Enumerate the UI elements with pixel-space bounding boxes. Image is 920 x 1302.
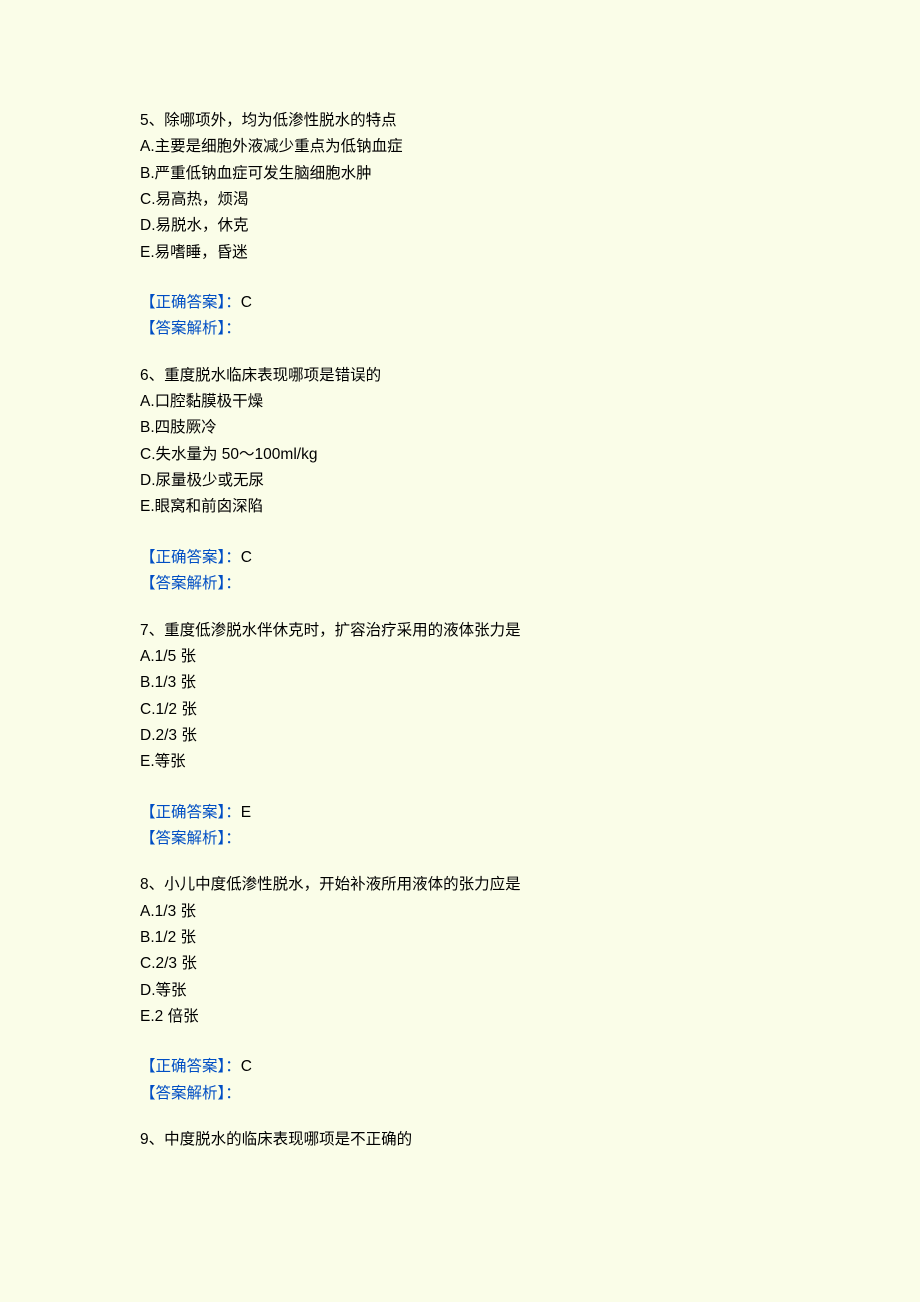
question-stem: 6、重度脱水临床表现哪项是错误的	[140, 363, 780, 389]
option: B.四肢厥冷	[140, 415, 780, 441]
question-text: 中度脱水的临床表现哪项是不正确的	[164, 1131, 412, 1148]
correct-answer-value: C	[241, 549, 252, 566]
option: A.口腔黏膜极干燥	[140, 389, 780, 415]
option: A.1/5 张	[140, 644, 780, 670]
option: D.易脱水，休克	[140, 213, 780, 239]
analysis-label: 【答案解析】：	[140, 316, 780, 342]
option: E.等张	[140, 749, 780, 775]
correct-answer-label: 【正确答案】：	[140, 804, 241, 821]
correct-answer-line: 【正确答案】：E	[140, 800, 780, 826]
correct-answer-line: 【正确答案】：C	[140, 1054, 780, 1080]
option: E.眼窝和前囟深陷	[140, 494, 780, 520]
option: D.等张	[140, 978, 780, 1004]
option: B.严重低钠血症可发生脑细胞水肿	[140, 161, 780, 187]
option: B.1/2 张	[140, 925, 780, 951]
correct-answer-value: C	[241, 1058, 252, 1075]
correct-answer-label: 【正确答案】：	[140, 549, 241, 566]
question-text: 重度低渗脱水伴休克时，扩容治疗采用的液体张力是	[164, 622, 521, 639]
question-number: 5、	[140, 112, 164, 129]
answer-block: 【正确答案】：C 【答案解析】：	[140, 545, 780, 598]
question-block: 6、重度脱水临床表现哪项是错误的 A.口腔黏膜极干燥 B.四肢厥冷 C.失水量为…	[140, 363, 780, 521]
option: E.易嗜睡，昏迷	[140, 240, 780, 266]
question-block: 9、中度脱水的临床表现哪项是不正确的	[140, 1127, 780, 1153]
question-stem: 5、除哪项外，均为低渗性脱水的特点	[140, 108, 780, 134]
analysis-label: 【答案解析】：	[140, 571, 780, 597]
correct-answer-line: 【正确答案】：C	[140, 545, 780, 571]
question-text: 除哪项外，均为低渗性脱水的特点	[164, 112, 397, 129]
question-text: 重度脱水临床表现哪项是错误的	[164, 367, 381, 384]
answer-block: 【正确答案】：C 【答案解析】：	[140, 1054, 780, 1107]
option: B.1/3 张	[140, 670, 780, 696]
option: D.尿量极少或无尿	[140, 468, 780, 494]
question-stem: 9、中度脱水的临床表现哪项是不正确的	[140, 1127, 780, 1153]
question-block: 5、除哪项外，均为低渗性脱水的特点 A.主要是细胞外液减少重点为低钠血症 B.严…	[140, 108, 780, 266]
analysis-label: 【答案解析】：	[140, 1081, 780, 1107]
option: E.2 倍张	[140, 1004, 780, 1030]
analysis-label: 【答案解析】：	[140, 826, 780, 852]
correct-answer-label: 【正确答案】：	[140, 1058, 241, 1075]
question-number: 7、	[140, 622, 164, 639]
option: A.主要是细胞外液减少重点为低钠血症	[140, 134, 780, 160]
answer-block: 【正确答案】：E 【答案解析】：	[140, 800, 780, 853]
correct-answer-label: 【正确答案】：	[140, 294, 241, 311]
question-number: 8、	[140, 876, 164, 893]
question-number: 6、	[140, 367, 164, 384]
question-stem: 7、重度低渗脱水伴休克时，扩容治疗采用的液体张力是	[140, 618, 780, 644]
option: D.2/3 张	[140, 723, 780, 749]
question-number: 9、	[140, 1131, 164, 1148]
correct-answer-value: C	[241, 294, 252, 311]
option: C.失水量为 50～100ml/kg	[140, 442, 780, 468]
option: A.1/3 张	[140, 899, 780, 925]
question-block: 7、重度低渗脱水伴休克时，扩容治疗采用的液体张力是 A.1/5 张 B.1/3 …	[140, 618, 780, 776]
option: C.2/3 张	[140, 951, 780, 977]
correct-answer-value: E	[241, 804, 251, 821]
document-page: 5、除哪项外，均为低渗性脱水的特点 A.主要是细胞外液减少重点为低钠血症 B.严…	[0, 0, 920, 1302]
correct-answer-line: 【正确答案】：C	[140, 290, 780, 316]
question-text: 小儿中度低渗性脱水，开始补液所用液体的张力应是	[164, 876, 521, 893]
question-stem: 8、小儿中度低渗性脱水，开始补液所用液体的张力应是	[140, 872, 780, 898]
answer-block: 【正确答案】：C 【答案解析】：	[140, 290, 780, 343]
question-block: 8、小儿中度低渗性脱水，开始补液所用液体的张力应是 A.1/3 张 B.1/2 …	[140, 872, 780, 1030]
option: C.易高热，烦渴	[140, 187, 780, 213]
option: C.1/2 张	[140, 697, 780, 723]
